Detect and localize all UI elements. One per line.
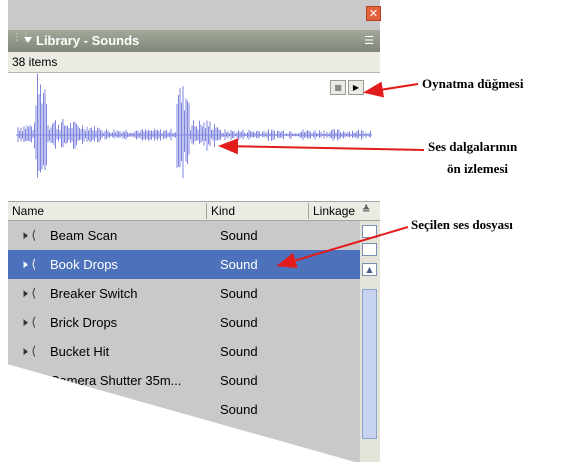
arrow-play [363, 81, 419, 98]
arrow-waveform [218, 138, 425, 155]
annotation-waveform-line2: ön izlemesi [447, 161, 509, 176]
annotation-waveform-line1: Ses dalgalarının [428, 139, 518, 154]
arrow-selected [276, 226, 409, 269]
annotation-selected-file: Seçilen ses dosyası [411, 217, 513, 232]
annotation-play-button: Oynatma düğmesi [422, 76, 524, 91]
